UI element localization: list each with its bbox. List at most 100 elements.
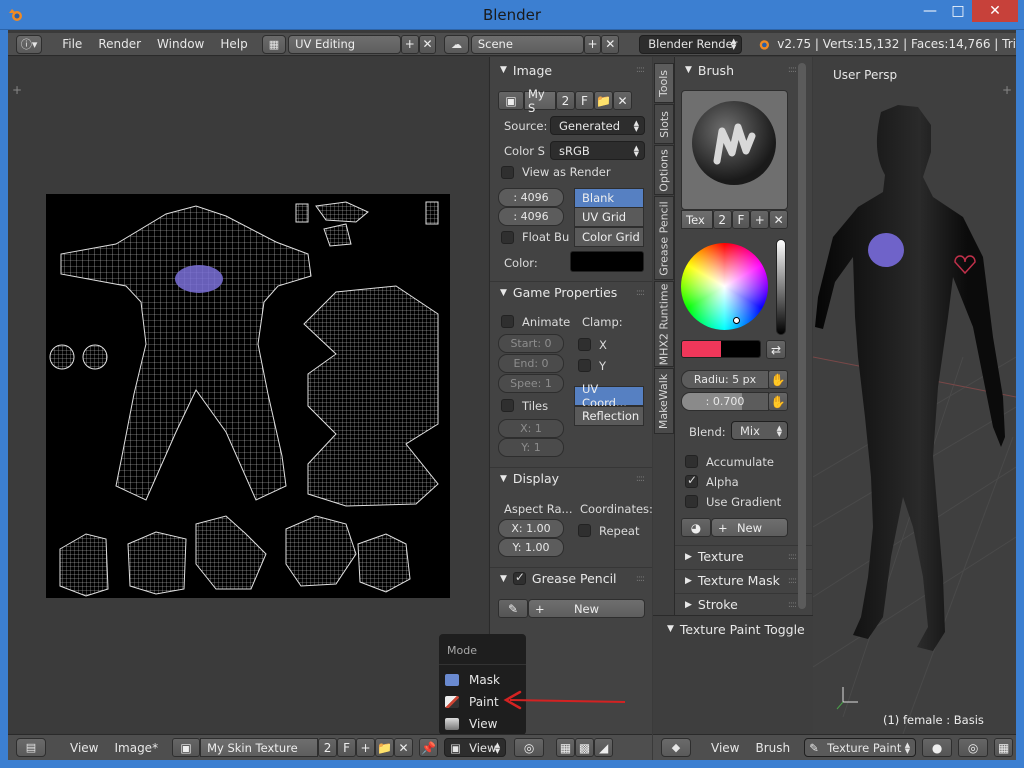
- info-editor-type-button[interactable]: ⓘ▾: [16, 34, 43, 54]
- grease-pencil-enable-checkbox[interactable]: [512, 570, 526, 585]
- float-buffer-checkbox[interactable]: [501, 231, 514, 244]
- expand-toolbar-icon[interactable]: +: [12, 83, 22, 97]
- 3d-view-editor-type-icon[interactable]: ◆: [661, 738, 691, 757]
- uv-texture-canvas[interactable]: [46, 194, 450, 598]
- repeat-checkbox[interactable]: [578, 524, 591, 537]
- grease-pencil-browse-icon[interactable]: ✎: [498, 599, 528, 618]
- tab-grease-pencil[interactable]: Grease Pencil: [654, 196, 674, 280]
- grease-pencil-new-button[interactable]: + New: [528, 599, 645, 618]
- pivot-icon[interactable]: ◎: [514, 738, 545, 757]
- minimize-icon[interactable]: —: [916, 0, 944, 22]
- image-browse-icon[interactable]: ▣: [498, 91, 524, 110]
- brush-fake-user-button[interactable]: F: [731, 210, 751, 229]
- unlink-image-icon[interactable]: ✕: [394, 738, 414, 757]
- pivot-point-icon[interactable]: ◎: [958, 738, 989, 757]
- primary-color-swatch[interactable]: [682, 341, 721, 357]
- 3d-menu-view[interactable]: View: [703, 741, 747, 755]
- swap-colors-icon[interactable]: ⇄: [766, 340, 786, 359]
- 3d-viewport[interactable]: User Persp + (1) female : Basis: [813, 57, 1016, 734]
- stroke-panel-header[interactable]: ▶ Stroke::::: [675, 593, 812, 615]
- menu-file[interactable]: File: [54, 37, 90, 51]
- menu-help[interactable]: Help: [212, 37, 255, 51]
- new-image-icon[interactable]: +: [356, 738, 376, 757]
- image-name-field[interactable]: My S: [524, 87, 556, 115]
- generated-type-color-grid[interactable]: Color Grid: [574, 227, 644, 247]
- interaction-mode-dropdown[interactable]: ✎ Texture Paint ▲ ▼: [804, 738, 917, 757]
- screen-layout-field[interactable]: UV Editing: [288, 34, 401, 54]
- scene-field[interactable]: Scene: [470, 34, 584, 54]
- render-engine-dropdown[interactable]: Blender Render ▲ ▼: [639, 34, 743, 54]
- screen-layout-icon[interactable]: ▦: [261, 34, 287, 54]
- menu-render[interactable]: Render: [90, 37, 149, 51]
- strength-pressure-icon[interactable]: ✋: [768, 392, 788, 411]
- color-space-dropdown[interactable]: sRGB ▲ ▼: [550, 141, 645, 160]
- game-properties-header[interactable]: ▼ Game Properties::::: [490, 281, 652, 303]
- layers-icon[interactable]: ▦: [994, 738, 1014, 757]
- image-fake-user-button[interactable]: F: [337, 738, 357, 757]
- close-icon[interactable]: ✕: [972, 0, 1018, 22]
- fake-user-button[interactable]: F: [575, 91, 594, 110]
- uv-menu-image[interactable]: Image*: [106, 741, 166, 755]
- brush-color-swatches[interactable]: [681, 340, 761, 358]
- tiles-x-field[interactable]: X: 1: [498, 419, 564, 438]
- pin-image-icon[interactable]: 📌: [419, 738, 439, 757]
- tab-tools[interactable]: Tools: [654, 63, 674, 103]
- viewport-shading-icon[interactable]: ●: [922, 738, 953, 757]
- tools-scrollbar[interactable]: [798, 63, 806, 609]
- blend-dropdown[interactable]: Mix ▲ ▼: [731, 421, 788, 440]
- scene-icon[interactable]: ☁: [444, 34, 469, 54]
- open-image-icon[interactable]: 📁: [375, 738, 395, 757]
- menu-window[interactable]: Window: [149, 37, 212, 51]
- radius-pressure-icon[interactable]: ✋: [768, 370, 788, 389]
- texture-mask-panel-header[interactable]: ▶ Texture Mask::::: [675, 569, 812, 591]
- source-dropdown[interactable]: Generated ▲ ▼: [550, 116, 645, 135]
- tiles-y-field[interactable]: Y: 1: [498, 438, 564, 457]
- image-name-field[interactable]: My Skin Texture: [200, 738, 319, 757]
- color-wheel[interactable]: [681, 243, 768, 330]
- unlink-image-icon[interactable]: ✕: [613, 91, 632, 110]
- texture-panel-header[interactable]: ▶ Texture::::: [675, 545, 812, 567]
- new-palette-button[interactable]: + New: [711, 518, 788, 537]
- aspect-y-field[interactable]: Y: 1.00: [498, 538, 564, 557]
- draw-channels-icon[interactable]: ▦: [556, 738, 576, 757]
- value-slider[interactable]: [776, 239, 786, 335]
- brush-texture-field[interactable]: Tex: [681, 210, 713, 229]
- add-scene-icon[interactable]: +: [583, 34, 602, 54]
- brush-panel-header[interactable]: ▼ Brush::::: [675, 59, 812, 81]
- generated-type-blank[interactable]: Blank: [574, 188, 644, 208]
- mode-item-mask[interactable]: Mask: [445, 670, 520, 690]
- tab-options[interactable]: Options: [654, 145, 674, 195]
- accumulate-checkbox[interactable]: [685, 455, 698, 468]
- generated-type-uv-grid[interactable]: UV Grid: [574, 207, 644, 227]
- image-panel-header[interactable]: ▼ Image::::: [490, 59, 652, 81]
- view-as-render-checkbox[interactable]: [501, 166, 514, 179]
- add-screen-icon[interactable]: +: [400, 34, 419, 54]
- use-gradient-checkbox[interactable]: [685, 495, 698, 508]
- z-buffer-icon[interactable]: ◢: [594, 738, 614, 757]
- generated-color-swatch[interactable]: [570, 251, 644, 272]
- brush-radius-field[interactable]: Radiu: 5 px: [681, 370, 769, 389]
- remove-scene-icon[interactable]: ✕: [601, 34, 620, 54]
- image-browse-icon[interactable]: ▣: [172, 738, 201, 757]
- uv-image-editor[interactable]: +: [8, 57, 488, 733]
- tiles-checkbox[interactable]: [501, 399, 514, 412]
- texture-paint-toggle-header[interactable]: ▼ Texture Paint Toggle: [653, 618, 813, 640]
- brush-strength-field[interactable]: : 0.700: [681, 392, 769, 411]
- maximize-icon[interactable]: □: [944, 0, 972, 22]
- remove-screen-icon[interactable]: ✕: [418, 34, 437, 54]
- alpha-checkbox[interactable]: [685, 473, 698, 488]
- anim-speed-field[interactable]: Spee: 1: [498, 374, 564, 393]
- mode-item-view[interactable]: View: [445, 714, 520, 734]
- uv-menu-view[interactable]: View: [62, 741, 106, 755]
- remove-brush-icon[interactable]: ✕: [769, 210, 788, 229]
- grease-pencil-panel-header[interactable]: ▼Grease Pencil::::: [490, 567, 652, 589]
- anim-end-field[interactable]: End: 0: [498, 354, 564, 373]
- mode-dropdown[interactable]: ▣ View ▲ ▼: [444, 738, 507, 757]
- secondary-color-swatch[interactable]: [721, 341, 760, 357]
- tab-makewalk[interactable]: MakeWalk: [654, 368, 674, 434]
- clamp-x-checkbox[interactable]: [578, 338, 591, 351]
- mapping-reflection[interactable]: Reflection: [574, 406, 644, 426]
- palette-icon[interactable]: ◕: [681, 518, 711, 537]
- alpha-channel-icon[interactable]: ▩: [575, 738, 595, 757]
- open-image-icon[interactable]: 📁: [594, 91, 613, 110]
